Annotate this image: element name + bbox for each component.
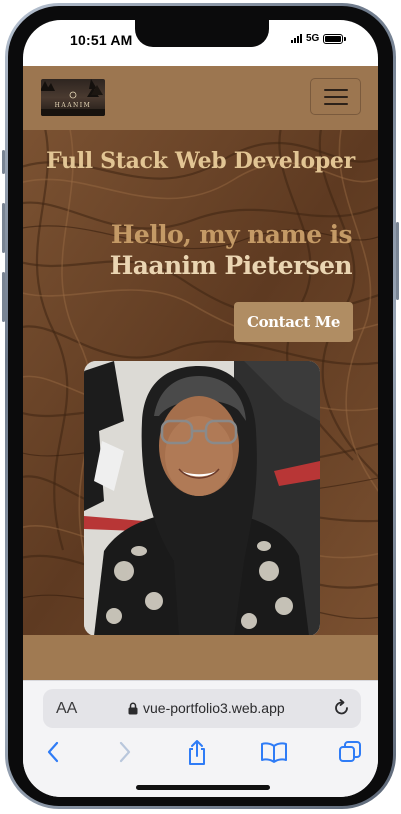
volume-down-button xyxy=(2,272,5,322)
url-text[interactable]: vue-portfolio3.web.app xyxy=(143,700,285,716)
book-icon[interactable] xyxy=(260,739,288,765)
forward-arrow-icon[interactable] xyxy=(113,739,135,765)
hero-section: Full Stack Web Developer Hello, my name … xyxy=(23,130,378,635)
tabs-icon[interactable] xyxy=(337,739,363,765)
profile-photo-image xyxy=(84,361,320,635)
brand-text: HAANIM xyxy=(54,102,92,109)
share-icon[interactable] xyxy=(185,739,209,767)
signal-icon xyxy=(291,34,302,43)
silent-switch xyxy=(2,150,5,174)
status-time: 10:51 AM xyxy=(70,32,133,48)
status-indicators: 5G xyxy=(291,33,347,44)
hero-name: Haanim Pietersen xyxy=(109,251,353,280)
navbar: HAANIM xyxy=(23,66,378,130)
phone-screen: 10:51 AM 5G HAANIM Full Stack Web Develo… xyxy=(23,20,378,797)
browser-nav-bar xyxy=(23,739,378,771)
hamburger-menu-icon xyxy=(324,96,348,98)
hero-greeting: Hello, my name is xyxy=(110,220,353,249)
network-type: 5G xyxy=(306,33,320,44)
hamburger-menu-icon xyxy=(324,89,348,91)
notch xyxy=(135,20,269,47)
address-bar[interactable]: AA vue-portfolio3.web.app xyxy=(43,689,361,728)
text-size-button[interactable]: AA xyxy=(56,700,77,718)
hamburger-menu-button[interactable] xyxy=(310,78,361,115)
hero-subtitle: Full Stack Web Developer xyxy=(46,148,355,174)
web-page[interactable]: HAANIM Full Stack Web Developer Hello, m… xyxy=(23,66,378,680)
logo-image xyxy=(41,79,105,116)
reload-icon[interactable] xyxy=(332,698,352,718)
home-indicator[interactable] xyxy=(136,785,270,790)
battery-icon xyxy=(323,33,347,44)
power-button xyxy=(396,222,399,300)
profile-photo xyxy=(84,361,320,635)
lock-icon xyxy=(128,702,138,715)
brand-logo[interactable]: HAANIM xyxy=(41,79,105,116)
volume-up-button xyxy=(2,203,5,253)
hamburger-menu-icon xyxy=(324,103,348,105)
contact-me-button[interactable]: Contact Me xyxy=(234,302,353,342)
back-arrow-icon[interactable] xyxy=(43,739,65,765)
browser-toolbar: AA vue-portfolio3.web.app xyxy=(23,680,378,797)
